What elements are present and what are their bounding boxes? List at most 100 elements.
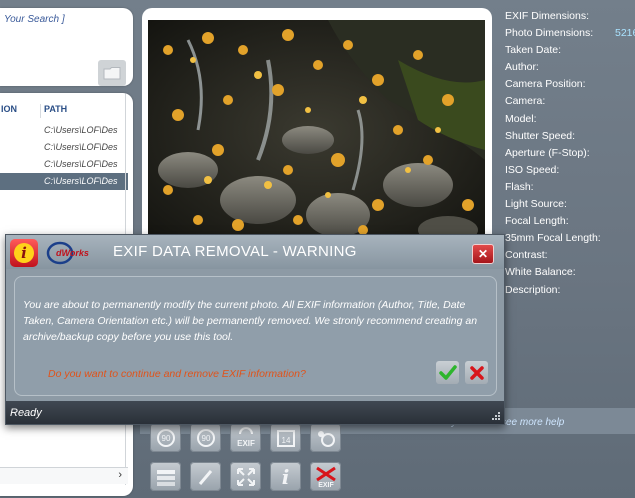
file-row[interactable]: C:\Users\LOF\Des — [0, 122, 128, 139]
dialog-title: EXIF DATA REMOVAL - WARNING — [113, 243, 357, 260]
exif-label: 35mm Focal Length: — [505, 232, 601, 245]
rotate-left-button[interactable]: 90 — [150, 423, 181, 452]
checkmark-icon — [438, 364, 457, 380]
exif-removal-warning-dialog: i dWorks EXIF DATA REMOVAL - WARNING ✕ Y… — [5, 234, 505, 425]
exif-rotate-label: EXIF — [237, 439, 255, 448]
camera-gear-icon — [317, 430, 335, 447]
date-button[interactable]: 14 — [270, 423, 301, 452]
layers-icon — [156, 469, 175, 486]
exif-row: Author: — [505, 59, 635, 76]
file-row-selected[interactable]: C:\Users\LOF\Des — [0, 173, 128, 190]
exif-rotate-icon: EXIF — [237, 426, 255, 448]
file-rows: C:\Users\LOF\Des C:\Users\LOF\Des C:\Use… — [0, 122, 128, 190]
rotate-right-button[interactable]: 90 — [190, 423, 221, 452]
exif-label: Description: — [505, 283, 561, 296]
exif-row: Shutter Speed: — [505, 128, 635, 145]
exif-label: Author: — [505, 61, 539, 74]
exif-row: Taken Date: — [505, 42, 635, 59]
exif-label: Light Source: — [505, 198, 567, 211]
file-path: C:\Users\LOF\Des — [44, 159, 118, 169]
rotate-left-icon: 90 — [156, 428, 175, 447]
layers-button[interactable] — [150, 462, 181, 491]
confirm-question: Do you want to continue and remove EXIF … — [48, 368, 306, 380]
file-row[interactable]: C:\Users\LOF\Des — [0, 139, 128, 156]
exif-label: Model: — [505, 112, 537, 125]
horizontal-scrollbar[interactable]: › — [0, 467, 128, 484]
exif-row: Model: — [505, 111, 635, 128]
resize-grip-icon[interactable] — [491, 411, 501, 421]
exif-row: Flash: — [505, 179, 635, 196]
dialog-title-bar[interactable]: i dWorks EXIF DATA REMOVAL - WARNING ✕ — [6, 235, 504, 269]
exif-row: ISO Speed: — [505, 162, 635, 179]
logo-text: dWorks — [56, 248, 89, 258]
scroll-right-arrow-icon[interactable]: › — [118, 469, 122, 481]
remove-exif-label: EXIF — [318, 482, 334, 489]
exif-label: Aperture (F-Stop): — [505, 146, 590, 159]
exif-row: Focal Length: — [505, 213, 635, 230]
exif-label: Camera Position: — [505, 78, 586, 91]
exif-label: Camera: — [505, 95, 546, 108]
status-text: Ready — [10, 407, 42, 419]
exif-row: 35mm Focal Length: — [505, 230, 635, 247]
remove-exif-button[interactable]: EXIF — [310, 462, 341, 491]
exif-label: ISO Speed: — [505, 163, 560, 176]
exif-label: Focal Length: — [505, 215, 569, 228]
file-path: C:\Users\LOF\Des — [44, 125, 118, 135]
warning-info-icon: i — [10, 239, 38, 267]
dialog-close-button[interactable]: ✕ — [472, 244, 494, 264]
exif-row: Description: — [505, 282, 635, 299]
pen-icon — [198, 469, 212, 485]
file-row[interactable]: C:\Users\LOF\Des — [0, 156, 128, 173]
rotate-right-label: 90 — [201, 434, 210, 443]
exif-label: Shutter Speed: — [505, 129, 576, 142]
fullscreen-button[interactable] — [230, 462, 261, 491]
exif-label: Contrast: — [505, 249, 548, 262]
calendar-label: 14 — [281, 436, 290, 445]
exif-row: Light Source: — [505, 196, 635, 213]
dialog-status-bar: Ready — [6, 401, 504, 424]
photo-preview-image — [148, 20, 485, 242]
file-path: C:\Users\LOF\Des — [44, 176, 118, 186]
edit-button[interactable] — [190, 462, 221, 491]
exif-row: Aperture (F-Stop): — [505, 145, 635, 162]
exif-info-list: EXIF Dimensions: Photo Dimensions: 5216 T… — [505, 8, 635, 299]
exif-row: Camera Position: — [505, 76, 635, 93]
exif-label: Photo Dimensions: — [505, 27, 594, 40]
confirm-ok-button[interactable] — [436, 361, 459, 384]
exif-row: Contrast: — [505, 247, 635, 264]
exif-label: White Balance: — [505, 266, 576, 279]
app-logo: dWorks — [46, 241, 89, 265]
exif-label: Taken Date: — [505, 44, 562, 57]
exif-row: Camera: — [505, 93, 635, 110]
exif-row: White Balance: — [505, 264, 635, 281]
column-header-path[interactable]: PATH — [44, 104, 67, 114]
exif-row: EXIF Dimensions: — [505, 8, 635, 25]
browse-folder-button[interactable] — [98, 60, 126, 86]
exif-row: Photo Dimensions: 5216 — [505, 25, 635, 42]
rotate-right-icon: 90 — [196, 428, 215, 447]
exif-value: 5216 — [615, 27, 635, 40]
exif-rotate-button[interactable]: EXIF — [230, 423, 261, 452]
camera-settings-button[interactable] — [310, 423, 341, 452]
info-icon: i — [281, 464, 290, 489]
cross-icon — [469, 365, 484, 380]
file-path: C:\Users\LOF\Des — [44, 142, 118, 152]
calendar-icon: 14 — [276, 429, 295, 447]
rotate-left-label: 90 — [161, 434, 170, 443]
confirm-cancel-button[interactable] — [465, 361, 488, 384]
exif-label: EXIF Dimensions: — [505, 10, 590, 22]
photo-preview-panel — [142, 8, 492, 254]
search-input[interactable]: Your Search ] — [4, 14, 65, 25]
column-header-location[interactable]: ION — [1, 104, 17, 114]
folder-icon — [103, 67, 121, 80]
remove-exif-icon: EXIF — [315, 466, 336, 489]
info-button[interactable]: i — [270, 462, 301, 491]
info-glyph: i — [14, 243, 34, 263]
file-list-header: ION PATH — [0, 104, 128, 118]
expand-icon — [236, 467, 255, 486]
column-divider[interactable] — [40, 104, 41, 118]
warning-message: You are about to permanently modify the … — [23, 299, 478, 343]
exif-label: Flash: — [505, 180, 534, 193]
search-panel: Your Search ] — [0, 8, 133, 86]
dialog-body: You are about to permanently modify the … — [14, 276, 497, 396]
